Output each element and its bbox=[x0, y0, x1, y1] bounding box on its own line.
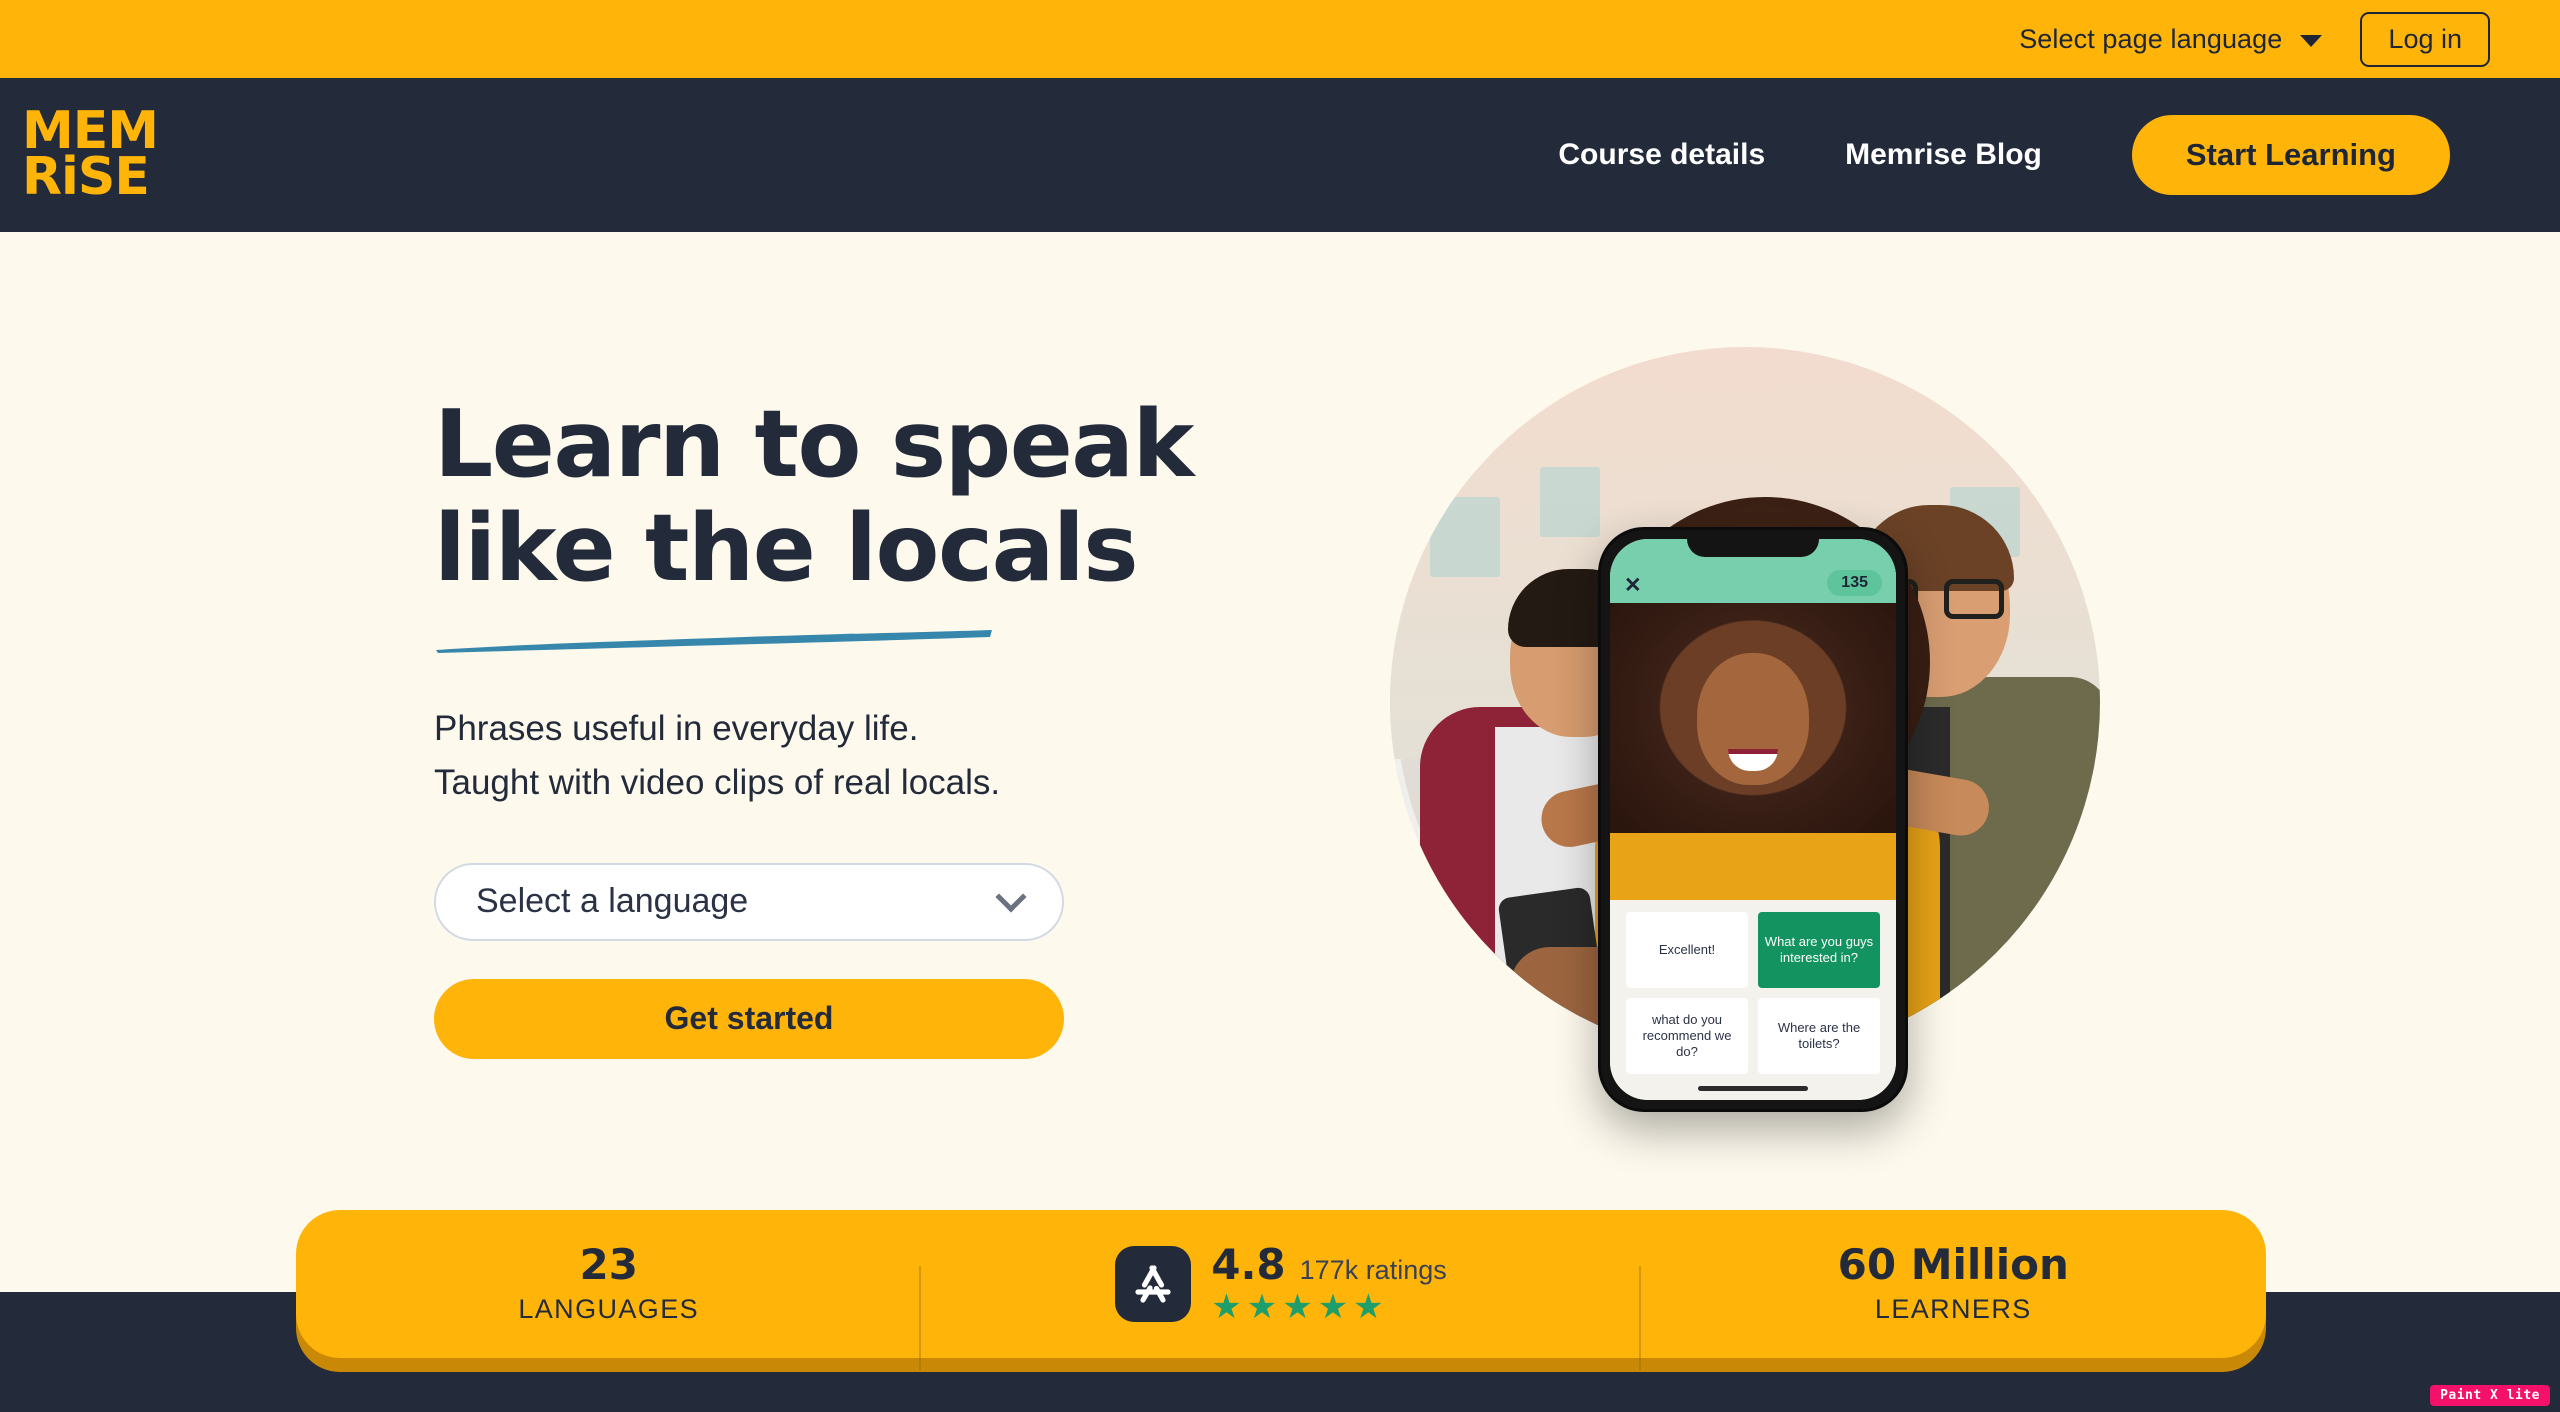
stat-learners-label: LEARNERS bbox=[1874, 1293, 2032, 1324]
main-navbar: MEM RiSE Course details Memrise Blog Sta… bbox=[0, 78, 2560, 232]
answer-card-correct[interactable]: What are you guys interested in? bbox=[1758, 912, 1880, 988]
nav-link-memrise-blog[interactable]: Memrise Blog bbox=[1805, 138, 2082, 172]
star-icon: ★ bbox=[1353, 1288, 1384, 1326]
phone-screen: ✕ 135 ¿qué os interesa? Excellent! What … bbox=[1610, 539, 1896, 1100]
background-window bbox=[1540, 467, 1600, 537]
hero-title-line-1: Learn to speak bbox=[434, 390, 1194, 498]
hero-subtitle-line-1: Phrases useful in everyday life. bbox=[434, 709, 919, 749]
language-select[interactable]: Select a language bbox=[434, 862, 1064, 941]
stat-languages-label: LANGUAGES bbox=[518, 1293, 700, 1324]
memrise-logo[interactable]: MEM RiSE bbox=[22, 95, 159, 215]
phone-notch bbox=[1687, 530, 1819, 557]
star-icon: ★ bbox=[1211, 1288, 1242, 1326]
rating-count: 177k ratings bbox=[1299, 1255, 1447, 1285]
hero-content: Learn to speak like the locals Phrases u… bbox=[434, 392, 1234, 1059]
top-utility-bar: Select page language Log in bbox=[0, 0, 2560, 78]
stat-languages: 23 LANGUAGES bbox=[296, 1239, 922, 1370]
start-learning-button[interactable]: Start Learning bbox=[2131, 115, 2450, 195]
star-icon: ★ bbox=[1317, 1288, 1349, 1326]
caret-down-icon bbox=[2300, 34, 2323, 47]
page-language-selector[interactable]: Select page language bbox=[2019, 23, 2323, 55]
star-icon: ★ bbox=[1282, 1288, 1313, 1326]
stat-languages-value: 23 bbox=[579, 1239, 638, 1289]
language-select-value: Select a language bbox=[476, 882, 749, 921]
navbar-right-group: Course details Memrise Blog Start Learni… bbox=[1518, 115, 2450, 195]
answer-card[interactable]: what do you recommend we do? bbox=[1626, 998, 1748, 1074]
hero-subtitle: Phrases useful in everyday life. Taught … bbox=[434, 702, 1234, 808]
paint-x-lite-watermark: Paint X lite bbox=[2430, 1385, 2550, 1406]
hero-artwork: ✕ 135 ¿qué os interesa? Excellent! What … bbox=[1370, 327, 2150, 1117]
stat-rating: 4.8 177k ratings ★ ★ ★ ★ ★ bbox=[921, 1244, 1641, 1370]
stat-learners-value: 60 Million bbox=[1837, 1239, 2069, 1289]
rating-details: 4.8 177k ratings ★ ★ ★ ★ ★ bbox=[1211, 1244, 1447, 1325]
answer-card[interactable]: Excellent! bbox=[1626, 912, 1748, 988]
background-window bbox=[1430, 497, 1500, 577]
logo-line-2: RiSE bbox=[22, 147, 150, 207]
login-button[interactable]: Log in bbox=[2360, 11, 2490, 67]
app-store-icon bbox=[1115, 1246, 1192, 1322]
app-answer-grid: Excellent! What are you guys interested … bbox=[1610, 900, 1896, 1100]
phone-mockup: ✕ 135 ¿qué os interesa? Excellent! What … bbox=[1598, 527, 1908, 1112]
hero-title: Learn to speak like the locals bbox=[434, 392, 1234, 600]
rating-score: 4.8 bbox=[1211, 1240, 1286, 1289]
stats-bar: 23 LANGUAGES 4.8 177k ratings ★ ★ ★ ★ ★ … bbox=[296, 1210, 2266, 1370]
hero-title-line-2: like the locals bbox=[434, 494, 1139, 603]
phone-home-indicator bbox=[1698, 1086, 1808, 1091]
app-video-frame bbox=[1610, 599, 1896, 919]
stats-bar-wrapper: 23 LANGUAGES 4.8 177k ratings ★ ★ ★ ★ ★ … bbox=[296, 1210, 2266, 1372]
chevron-down-icon bbox=[995, 881, 1027, 913]
score-badge: 135 bbox=[1827, 570, 1882, 596]
close-x-icon[interactable]: ✕ bbox=[1624, 575, 1642, 596]
brush-underline bbox=[434, 628, 994, 654]
hero-subtitle-line-2: Taught with video clips of real locals. bbox=[434, 762, 1001, 802]
nav-link-course-details[interactable]: Course details bbox=[1518, 138, 1805, 172]
hero-section: Learn to speak like the locals Phrases u… bbox=[0, 232, 2560, 1292]
page-language-label: Select page language bbox=[2019, 23, 2283, 54]
get-started-button[interactable]: Get started bbox=[434, 978, 1064, 1059]
rating-score-row: 4.8 177k ratings bbox=[1211, 1244, 1447, 1286]
rating-stars: ★ ★ ★ ★ ★ bbox=[1211, 1290, 1447, 1324]
star-icon: ★ bbox=[1246, 1288, 1278, 1326]
stat-learners: 60 Million LEARNERS bbox=[1641, 1239, 2266, 1325]
answer-card[interactable]: Where are the toilets? bbox=[1758, 998, 1880, 1074]
